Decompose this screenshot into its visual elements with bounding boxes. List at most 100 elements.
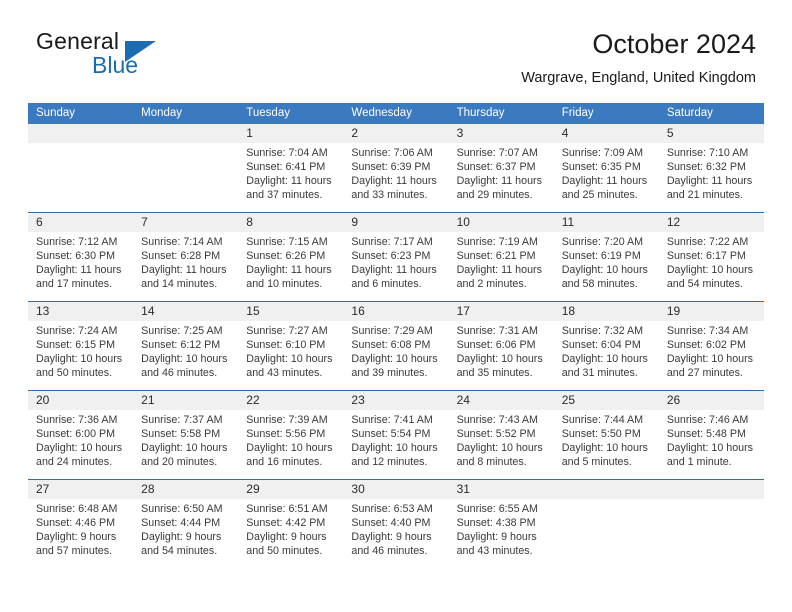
day-number[interactable]: 17 bbox=[449, 302, 554, 321]
day-number[interactable]: 21 bbox=[133, 391, 238, 410]
day-sunset-text: Sunset: 6:06 PM bbox=[456, 339, 536, 352]
day-number[interactable]: 13 bbox=[28, 302, 133, 321]
day-number[interactable]: 5 bbox=[659, 124, 764, 143]
day-sunset-text: Sunset: 6:21 PM bbox=[456, 250, 536, 263]
day-daylight-2-text: and 20 minutes. bbox=[141, 456, 218, 469]
day-sunset-text: Sunset: 6:39 PM bbox=[351, 161, 431, 174]
day-number[interactable]: 30 bbox=[343, 480, 448, 499]
day-cell[interactable]: Sunrise: 7:20 AM Sunset: 6:19 PM Daylight:… bbox=[554, 232, 659, 301]
day-cell[interactable]: Sunrise: 7:32 AM Sunset: 6:04 PM Daylight:… bbox=[554, 321, 659, 390]
day-daylight-1-text: Daylight: 9 hours bbox=[246, 531, 327, 544]
page-header: General Blue October 2024 Wargrave, Engl… bbox=[36, 28, 756, 96]
day-cell[interactable]: Sunrise: 7:41 AM Sunset: 5:54 PM Daylight:… bbox=[343, 410, 448, 479]
day-sunrise-text: Sunrise: 7:37 AM bbox=[141, 414, 223, 426]
weekday-header-friday: Friday bbox=[561, 107, 594, 119]
day-cell[interactable]: Sunrise: 7:07 AM Sunset: 6:37 PM Daylight:… bbox=[449, 143, 554, 212]
day-number[interactable]: 31 bbox=[449, 480, 554, 499]
calendar-weeks: 1 2 3 4 5 Sunrise: 7:04 AM Sunset: 6:41 PM Dayl… bbox=[28, 124, 764, 568]
day-number[interactable]: 27 bbox=[28, 480, 133, 499]
day-daylight-1-text: Daylight: 10 hours bbox=[666, 442, 753, 455]
day-sunrise-text: Sunrise: 7:07 AM bbox=[456, 147, 538, 159]
day-cell[interactable]: Sunrise: 7:25 AM Sunset: 6:12 PM Daylight:… bbox=[133, 321, 238, 390]
day-cell[interactable]: Sunrise: 7:22 AM Sunset: 6:17 PM Daylight:… bbox=[659, 232, 764, 301]
day-cell[interactable]: Sunrise: 6:55 AM Sunset: 4:38 PM Daylight:… bbox=[449, 499, 554, 568]
day-cell[interactable]: Sunrise: 7:31 AM Sunset: 6:06 PM Daylight:… bbox=[449, 321, 554, 390]
day-cell[interactable]: Sunrise: 7:43 AM Sunset: 5:52 PM Daylight:… bbox=[449, 410, 554, 479]
day-daylight-1-text: Daylight: 10 hours bbox=[456, 442, 543, 455]
day-cell[interactable]: Sunrise: 6:51 AM Sunset: 4:42 PM Daylight:… bbox=[238, 499, 343, 568]
day-cell[interactable]: Sunrise: 7:17 AM Sunset: 6:23 PM Daylight:… bbox=[343, 232, 448, 301]
day-cell[interactable]: Sunrise: 7:09 AM Sunset: 6:35 PM Daylight:… bbox=[554, 143, 659, 212]
day-number[interactable]: 23 bbox=[343, 391, 448, 410]
day-number[interactable]: 4 bbox=[554, 124, 659, 143]
week-detail-row: Sunrise: 7:36 AM Sunset: 6:00 PM Daylight:… bbox=[28, 410, 764, 479]
day-cell[interactable]: Sunrise: 7:27 AM Sunset: 6:10 PM Daylight:… bbox=[238, 321, 343, 390]
day-number[interactable]: 12 bbox=[659, 213, 764, 232]
day-cell[interactable]: Sunrise: 7:15 AM Sunset: 6:26 PM Daylight:… bbox=[238, 232, 343, 301]
day-sunset-text: Sunset: 4:46 PM bbox=[36, 517, 116, 530]
day-number[interactable]: 20 bbox=[28, 391, 133, 410]
day-cell[interactable]: Sunrise: 7:12 AM Sunset: 6:30 PM Daylight:… bbox=[28, 232, 133, 301]
day-sunrise-text: Sunrise: 7:32 AM bbox=[561, 325, 644, 337]
day-daylight-2-text: and 1 minute. bbox=[666, 456, 732, 469]
brand-logo[interactable]: General Blue bbox=[36, 28, 246, 86]
day-number[interactable]: 25 bbox=[554, 391, 659, 410]
page-title: October 2024 bbox=[592, 29, 756, 59]
day-number[interactable]: 10 bbox=[449, 213, 554, 232]
day-cell[interactable]: Sunrise: 7:14 AM Sunset: 6:28 PM Daylight:… bbox=[133, 232, 238, 301]
day-number[interactable]: 1 bbox=[238, 124, 343, 143]
day-number[interactable]: 26 bbox=[659, 391, 764, 410]
day-daylight-1-text: Daylight: 10 hours bbox=[456, 353, 543, 366]
day-cell[interactable]: Sunrise: 7:06 AM Sunset: 6:39 PM Daylight:… bbox=[343, 143, 448, 212]
day-cell[interactable]: Sunrise: 7:37 AM Sunset: 5:58 PM Daylight:… bbox=[133, 410, 238, 479]
day-cell[interactable]: Sunrise: 7:44 AM Sunset: 5:50 PM Daylight:… bbox=[554, 410, 659, 479]
day-cell[interactable]: Sunrise: 6:53 AM Sunset: 4:40 PM Daylight:… bbox=[343, 499, 448, 568]
day-sunrise-text: Sunrise: 7:22 AM bbox=[666, 236, 749, 248]
day-number[interactable]: 29 bbox=[238, 480, 343, 499]
day-cell[interactable]: Sunrise: 7:19 AM Sunset: 6:21 PM Daylight:… bbox=[449, 232, 554, 301]
day-number[interactable]: 16 bbox=[343, 302, 448, 321]
day-sunrise-text: Sunrise: 7:09 AM bbox=[561, 147, 644, 159]
day-daylight-2-text: and 54 minutes. bbox=[666, 278, 743, 291]
day-number[interactable]: 7 bbox=[133, 213, 238, 232]
day-number[interactable]: 11 bbox=[554, 213, 659, 232]
day-daylight-2-text: and 43 minutes. bbox=[246, 367, 323, 380]
day-sunrise-text: Sunrise: 6:50 AM bbox=[141, 503, 223, 515]
day-number[interactable]: 6 bbox=[28, 213, 133, 232]
day-number[interactable]: 24 bbox=[449, 391, 554, 410]
day-daylight-2-text: and 46 minutes. bbox=[141, 367, 218, 380]
day-number[interactable]: 8 bbox=[238, 213, 343, 232]
day-number[interactable]: 9 bbox=[343, 213, 448, 232]
day-number[interactable]: 2 bbox=[343, 124, 448, 143]
week-row: 13 14 15 16 17 18 19 Sunrise: 7:24 AM Sunset: 6:… bbox=[28, 301, 764, 390]
day-sunset-text: Sunset: 6:32 PM bbox=[666, 161, 746, 174]
day-cell-empty bbox=[28, 143, 133, 212]
day-sunset-text: Sunset: 6:26 PM bbox=[246, 250, 326, 263]
day-number[interactable]: 19 bbox=[659, 302, 764, 321]
day-cell[interactable]: Sunrise: 7:34 AM Sunset: 6:02 PM Daylight:… bbox=[659, 321, 764, 390]
day-cell[interactable]: Sunrise: 7:36 AM Sunset: 6:00 PM Daylight:… bbox=[28, 410, 133, 479]
day-number[interactable]: 28 bbox=[133, 480, 238, 499]
day-sunset-text: Sunset: 5:54 PM bbox=[351, 428, 431, 441]
day-cell[interactable]: Sunrise: 6:48 AM Sunset: 4:46 PM Daylight:… bbox=[28, 499, 133, 568]
day-sunset-text: Sunset: 6:15 PM bbox=[36, 339, 116, 352]
day-cell[interactable]: Sunrise: 7:46 AM Sunset: 5:48 PM Daylight:… bbox=[659, 410, 764, 479]
day-cell[interactable]: Sunrise: 7:10 AM Sunset: 6:32 PM Daylight:… bbox=[659, 143, 764, 212]
day-cell[interactable]: Sunrise: 6:50 AM Sunset: 4:44 PM Daylight:… bbox=[133, 499, 238, 568]
day-daylight-1-text: Daylight: 10 hours bbox=[141, 442, 228, 455]
weekday-header-tuesday: Tuesday bbox=[246, 107, 290, 119]
week-detail-row: Sunrise: 7:24 AM Sunset: 6:15 PM Daylight:… bbox=[28, 321, 764, 390]
day-daylight-1-text: Daylight: 9 hours bbox=[141, 531, 222, 544]
day-number[interactable]: 14 bbox=[133, 302, 238, 321]
day-cell[interactable]: Sunrise: 7:04 AM Sunset: 6:41 PM Daylight:… bbox=[238, 143, 343, 212]
day-number[interactable]: 22 bbox=[238, 391, 343, 410]
day-number[interactable]: 18 bbox=[554, 302, 659, 321]
day-cell-empty bbox=[659, 499, 764, 568]
day-daylight-1-text: Daylight: 9 hours bbox=[351, 531, 432, 544]
week-row: 20 21 22 23 24 25 26 Sunrise: 7:36 AM Sunset: 6:… bbox=[28, 390, 764, 479]
day-cell[interactable]: Sunrise: 7:29 AM Sunset: 6:08 PM Daylight:… bbox=[343, 321, 448, 390]
day-number[interactable]: 15 bbox=[238, 302, 343, 321]
day-cell[interactable]: Sunrise: 7:39 AM Sunset: 5:56 PM Daylight:… bbox=[238, 410, 343, 479]
day-number[interactable]: 3 bbox=[449, 124, 554, 143]
day-cell[interactable]: Sunrise: 7:24 AM Sunset: 6:15 PM Daylight:… bbox=[28, 321, 133, 390]
